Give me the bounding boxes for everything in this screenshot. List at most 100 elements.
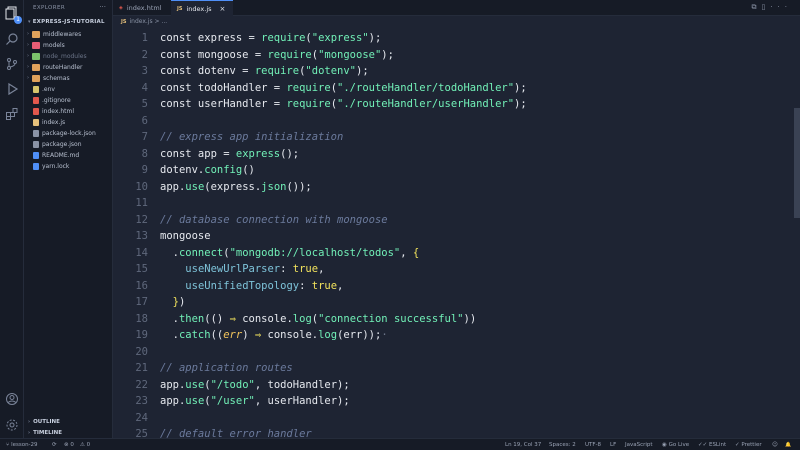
code-line[interactable]: 15 useNewUrlParser: true,: [113, 261, 793, 277]
breadcrumb-rest[interactable]: > ...: [155, 18, 168, 25]
code-line[interactable]: 11: [113, 195, 793, 211]
file-item[interactable]: package.json: [24, 139, 113, 150]
chevron-right-icon: ›: [27, 31, 29, 37]
code-line[interactable]: 21 // application routes: [113, 360, 793, 376]
code-line[interactable]: 25 // default error handler: [113, 426, 793, 438]
line-ending[interactable]: LF: [610, 439, 616, 450]
source-control-icon[interactable]: [4, 57, 20, 73]
folder-item[interactable]: › middlewares: [24, 29, 113, 40]
file-icon: [33, 108, 39, 115]
line-number: 5: [141, 98, 148, 110]
workspace-folder[interactable]: ▾ EXPRESS-JS-TUTORIAL: [28, 19, 105, 25]
code-text: useNewUrlParser: true,: [185, 263, 325, 275]
encoding[interactable]: UTF-8: [585, 439, 601, 450]
breadcrumb-file[interactable]: index.js: [129, 18, 152, 25]
double-check-icon: ✓✓: [698, 442, 708, 448]
sync-icon[interactable]: ⟳: [52, 439, 57, 450]
file-item[interactable]: .env: [24, 84, 113, 95]
explorer-title: EXPLORER: [33, 5, 66, 11]
code-line[interactable]: 13 mongoose: [113, 228, 793, 244]
errors-count[interactable]: ⊗ 0: [64, 439, 74, 450]
file-item[interactable]: yarn.lock: [24, 161, 113, 172]
editor-actions: ⧉▯···: [751, 3, 792, 12]
broadcast-icon: ◉: [662, 442, 667, 448]
line-number: 20: [135, 345, 148, 358]
code-line[interactable]: 24: [113, 410, 793, 426]
file-icon: [33, 130, 39, 137]
code-line[interactable]: 8 const app = express();: [113, 146, 793, 162]
code-line[interactable]: 3 const dotenv = require("dotenv");: [113, 63, 793, 79]
branch-name: lesson-29: [11, 442, 38, 448]
run-debug-icon[interactable]: [4, 82, 20, 98]
close-icon[interactable]: ×: [220, 5, 226, 13]
language-mode[interactable]: JavaScript: [625, 439, 653, 450]
go-live-button[interactable]: ◉ Go Live: [662, 439, 689, 450]
code-line[interactable]: 18 .then(() ⇒ console.log("connection su…: [113, 311, 793, 327]
compare-icon[interactable]: ⧉: [751, 3, 761, 11]
scroll-thumb[interactable]: [794, 108, 800, 218]
code-text: const userHandler = require("./routeHand…: [160, 98, 527, 110]
line-number: 7: [141, 131, 148, 143]
warnings-count[interactable]: ⚠ 0: [80, 439, 90, 450]
line-number: 11: [135, 197, 148, 209]
code-line[interactable]: 20: [113, 344, 793, 360]
code-line[interactable]: 19 .catch((err) ⇒ console.log(err));·: [113, 327, 793, 343]
settings-icon[interactable]: [4, 418, 20, 434]
code-line[interactable]: 12 // database connection with mongoose: [113, 212, 793, 228]
chevron-down-icon: ▾: [28, 19, 31, 25]
file-item[interactable]: README.md: [24, 150, 113, 161]
code-line[interactable]: 17 }): [113, 294, 793, 310]
code-line[interactable]: 7 // express app initialization: [113, 129, 793, 145]
code-line[interactable]: 23 app.use("/user", userHandler);: [113, 393, 793, 409]
code-line[interactable]: 2 const mongoose = require("mongoose");: [113, 47, 793, 63]
tab-index-js[interactable]: JS index.js ×: [171, 0, 233, 16]
line-number: 10: [135, 180, 148, 193]
folder-icon: [32, 64, 40, 71]
check-icon: ✓: [735, 442, 740, 448]
line-number: 18: [135, 312, 148, 325]
prettier-status[interactable]: ✓ Prettier: [735, 439, 762, 450]
file-item[interactable]: index.html: [24, 106, 113, 117]
more-icon[interactable]: ···: [770, 3, 792, 11]
indentation[interactable]: Spaces: 2: [549, 439, 576, 450]
search-icon[interactable]: [4, 32, 20, 48]
folder-icon: [32, 75, 40, 82]
code-line[interactable]: 5 const userHandler = require("./routeHan…: [113, 96, 793, 112]
code-line[interactable]: 22 app.use("/todo", todoHandler);: [113, 377, 793, 393]
code-line[interactable]: 1 const express = require("express");: [113, 30, 793, 46]
eslint-status[interactable]: ✓✓ ESLint: [698, 439, 726, 450]
chevron-right-icon: ›: [27, 42, 29, 48]
file-item[interactable]: .gitignore: [24, 95, 113, 106]
code-line[interactable]: 9 dotenv.config(): [113, 162, 793, 178]
chevron-right-icon: ›: [28, 419, 31, 425]
editor-scrollbar[interactable]: [793, 28, 800, 438]
bell-icon[interactable]: 🔔: [785, 439, 791, 450]
code-line[interactable]: 14 .connect("mongodb://localhost/todos",…: [113, 245, 793, 261]
file-tree: › middlewares › models › node_modules › routeHa…: [24, 29, 113, 172]
code-line[interactable]: 10 app.use(express.json());: [113, 179, 793, 195]
tree-item-label: .env: [42, 86, 55, 93]
split-editor-icon[interactable]: ▯: [761, 3, 770, 11]
code-line[interactable]: 4 const todoHandler = require("./routeHan…: [113, 80, 793, 96]
folder-item[interactable]: › node_modules: [24, 51, 113, 62]
code-line[interactable]: 16 useUnifiedTopology: true,: [113, 278, 793, 294]
outline-section[interactable]: › OUTLINE: [28, 419, 60, 425]
folder-item[interactable]: › routeHandler: [24, 62, 113, 73]
code-editor[interactable]: 1 const express = require("express"); 2 con…: [113, 28, 793, 438]
account-icon[interactable]: [4, 392, 20, 408]
folder-item[interactable]: › models: [24, 40, 113, 51]
more-actions-icon[interactable]: ···: [99, 3, 106, 11]
branch-indicator[interactable]: ⑂ lesson-29: [6, 439, 38, 450]
file-item[interactable]: index.js: [24, 117, 113, 128]
folder-item[interactable]: › schemas: [24, 73, 113, 84]
cursor-position[interactable]: Ln 19, Col 37: [505, 439, 541, 450]
tab-index-html[interactable]: ◈ index.html: [113, 0, 171, 16]
code-line[interactable]: 6: [113, 113, 793, 129]
timeline-section[interactable]: › TIMELINE: [28, 430, 62, 436]
files-icon[interactable]: 1: [4, 6, 22, 24]
extensions-icon[interactable]: [4, 107, 20, 123]
file-item[interactable]: package-lock.json: [24, 128, 113, 139]
line-number: 21: [135, 362, 148, 374]
html-file-icon: ◈: [119, 5, 123, 11]
feedback-icon[interactable]: ☺: [772, 439, 778, 450]
